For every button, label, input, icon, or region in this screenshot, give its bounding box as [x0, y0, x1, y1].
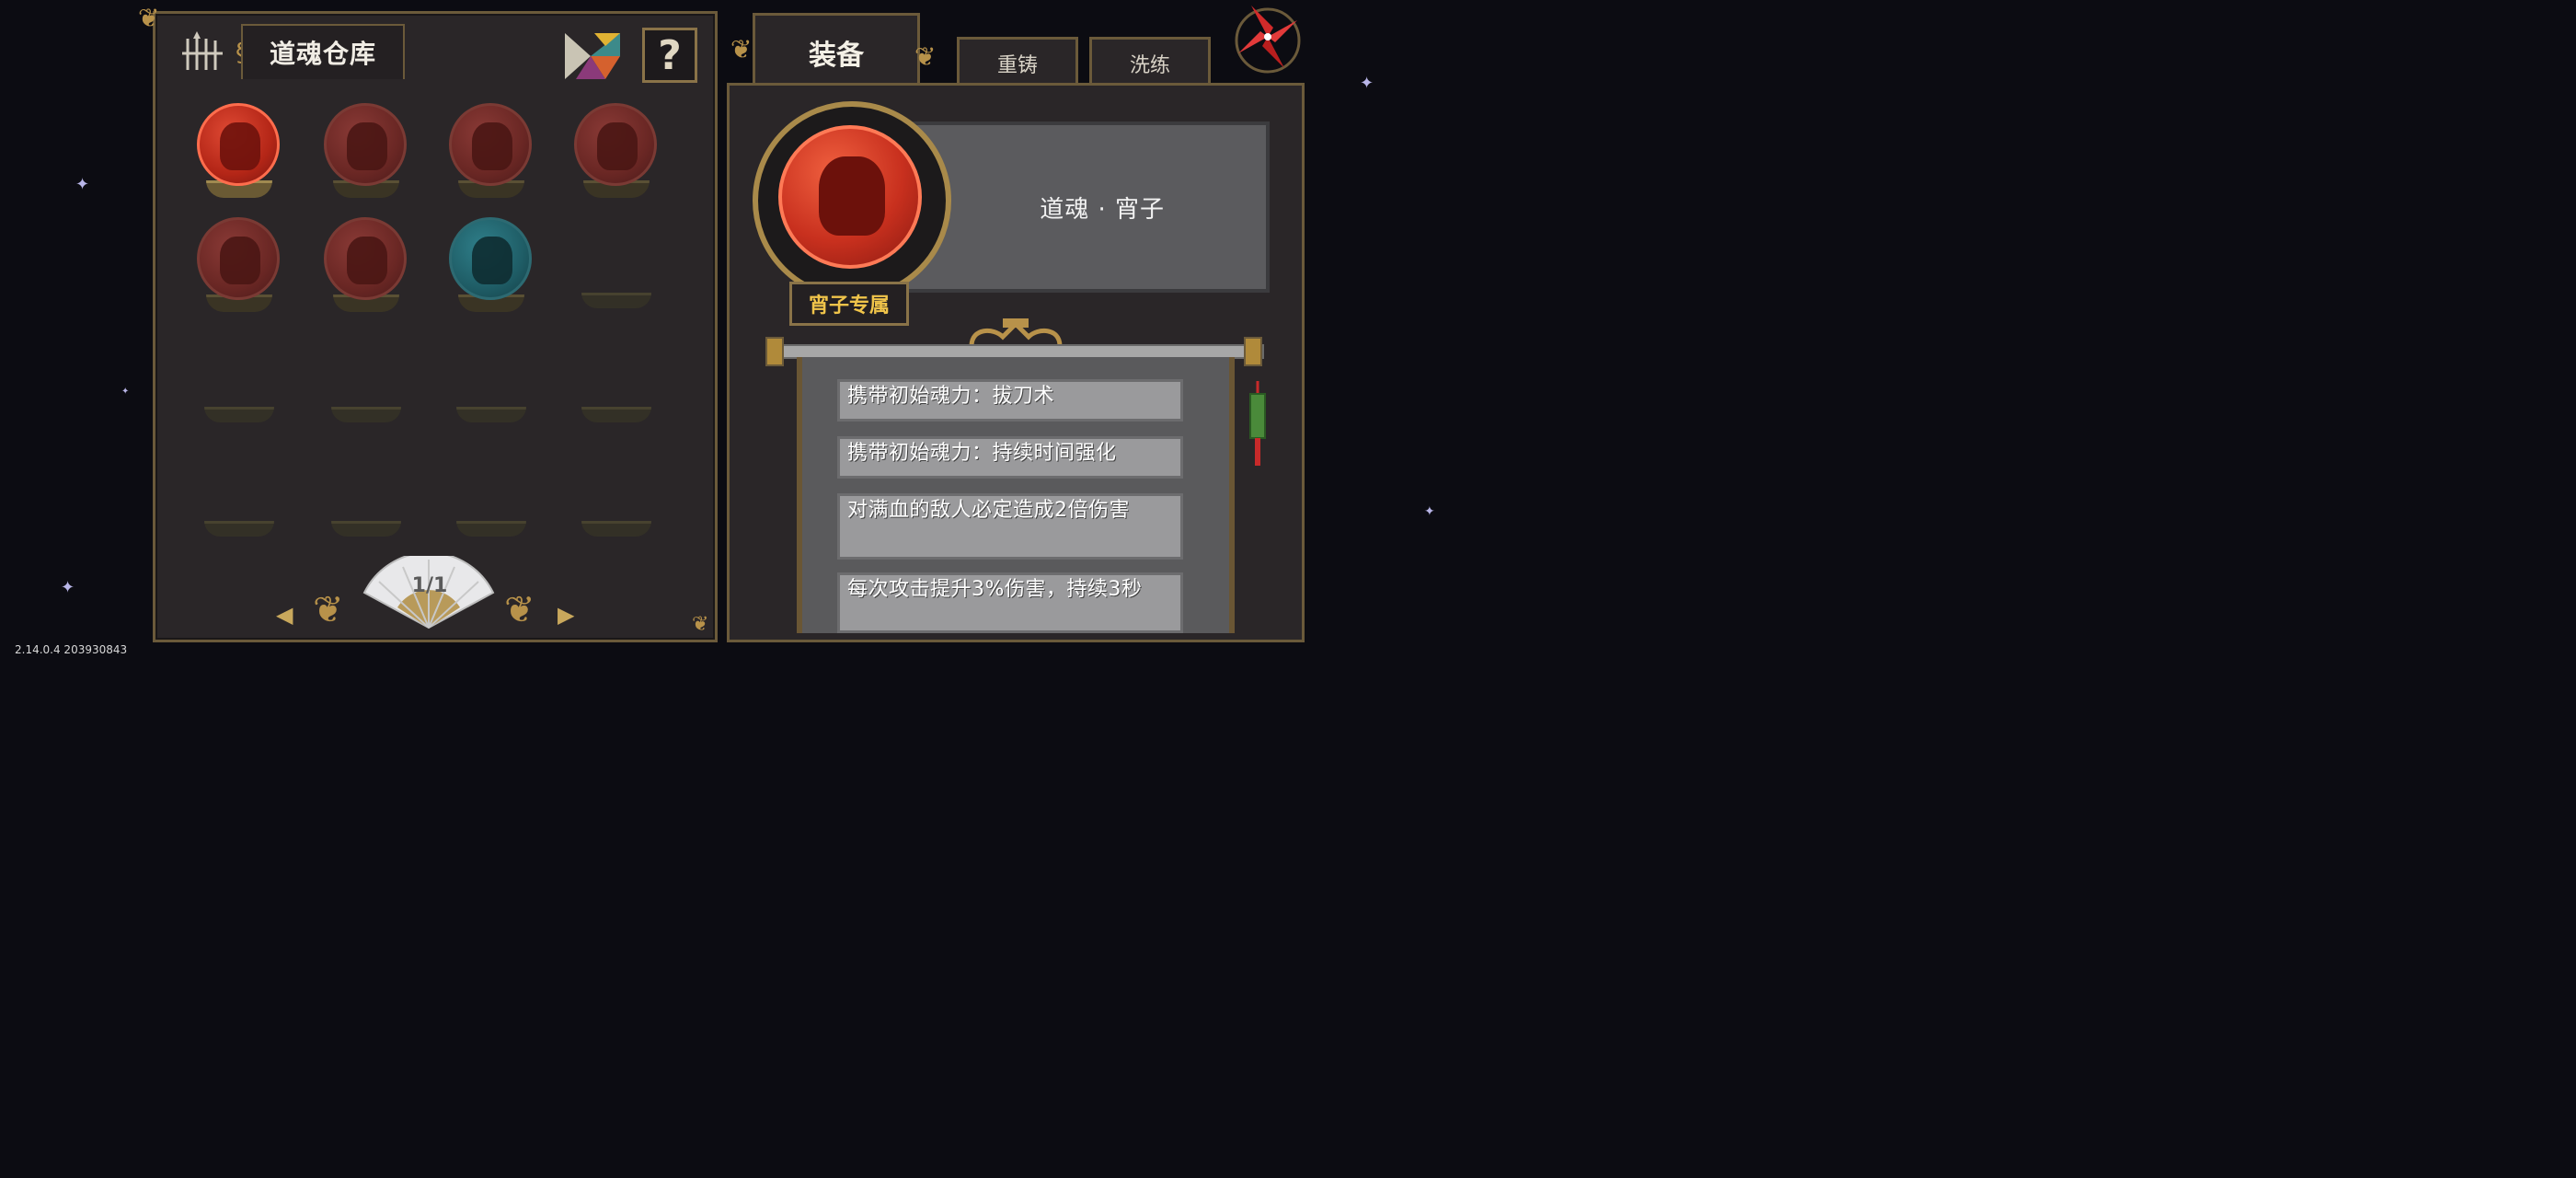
character-face-icon — [220, 237, 260, 284]
soul-slot[interactable] — [438, 217, 539, 318]
soul-slot[interactable] — [313, 217, 414, 318]
character-face-icon — [819, 156, 885, 236]
soul-slot[interactable] — [186, 103, 287, 204]
star-icon: ✦ — [61, 578, 75, 597]
character-face-icon — [220, 122, 260, 170]
pinwheel-icon[interactable] — [1233, 0, 1303, 79]
prev-page-arrow-icon[interactable]: ◀ — [276, 602, 293, 628]
orb-stand — [456, 521, 526, 537]
soul-orb — [197, 217, 280, 300]
corner-ornament-icon: ❦ — [692, 613, 709, 636]
exclusive-badge: 宵子专属 — [789, 282, 909, 326]
effect-item: 每次攻击提升3%伤害，持续3秒 — [837, 572, 1183, 633]
effect-item: 携带初始魂力：拔刀术 — [837, 379, 1183, 422]
star-icon: ✦ — [1424, 504, 1435, 519]
soul-orb — [449, 103, 532, 186]
cloud-ornament-icon: ❦ — [504, 589, 535, 631]
soul-portrait-orb — [778, 125, 922, 269]
effect-item: 携带初始魂力：持续时间强化 — [837, 436, 1183, 479]
page-indicator: 1/1 — [411, 574, 448, 597]
tab-recast[interactable]: 重铸 — [957, 37, 1078, 87]
soul-orb — [324, 103, 407, 186]
weapon-rack-icon[interactable] — [180, 31, 224, 74]
character-face-icon — [347, 122, 387, 170]
soul-slot[interactable] — [438, 103, 539, 204]
tab-ornament-icon: ❦ — [914, 41, 937, 72]
soul-name: 道魂 · 宵子 — [1040, 195, 1165, 224]
tab-equip[interactable]: 装备 — [753, 13, 920, 88]
orb-stand — [581, 407, 651, 422]
effect-item: 对满血的敌人必定造成2倍伤害 — [837, 493, 1183, 560]
character-face-icon — [597, 122, 638, 170]
empty-slot[interactable] — [313, 331, 414, 433]
character-face-icon — [347, 237, 387, 284]
character-face-icon — [472, 237, 512, 284]
soul-orb — [197, 103, 280, 186]
star-icon: ✦ — [121, 387, 130, 397]
soul-slot[interactable] — [563, 103, 664, 204]
empty-slot[interactable] — [313, 445, 414, 547]
empty-slot[interactable] — [186, 331, 287, 433]
orb-stand — [331, 521, 401, 537]
star-icon: ✦ — [75, 175, 90, 194]
soul-orb — [324, 217, 407, 300]
orb-stand — [331, 407, 401, 422]
orb-stand — [581, 521, 651, 537]
soul-orb — [449, 217, 532, 300]
empty-slot[interactable] — [563, 217, 664, 318]
soul-orb — [574, 103, 657, 186]
orb-stand — [204, 521, 274, 537]
star-icon: ✦ — [1360, 74, 1374, 93]
version-label: 2.14.0.4 203930843 — [15, 643, 128, 656]
soul-slot[interactable] — [186, 217, 287, 318]
next-page-arrow-icon[interactable]: ▶ — [558, 602, 574, 628]
warehouse-title: 道魂仓库 — [241, 24, 405, 79]
help-button[interactable]: ? — [642, 28, 697, 83]
scroll-rod-cap — [1244, 337, 1262, 366]
scroll-rod-cap — [765, 337, 784, 366]
cloud-ornament-icon: ❦ — [313, 589, 344, 631]
tangram-icon[interactable] — [563, 31, 622, 81]
empty-slot[interactable] — [438, 445, 539, 547]
empty-slot[interactable] — [563, 331, 664, 433]
empty-slot[interactable] — [563, 445, 664, 547]
character-face-icon — [472, 122, 512, 170]
jade-tassel-icon — [1249, 381, 1266, 466]
tab-refine[interactable]: 洗练 — [1089, 37, 1211, 87]
empty-slot[interactable] — [186, 445, 287, 547]
orb-stand — [456, 407, 526, 422]
soul-slot[interactable] — [313, 103, 414, 204]
tab-ornament-icon: ❦ — [730, 34, 753, 64]
empty-slot[interactable] — [438, 331, 539, 433]
orb-stand — [581, 293, 651, 308]
corner-ornament-icon: ❦ — [138, 3, 160, 33]
orb-stand — [204, 407, 274, 422]
